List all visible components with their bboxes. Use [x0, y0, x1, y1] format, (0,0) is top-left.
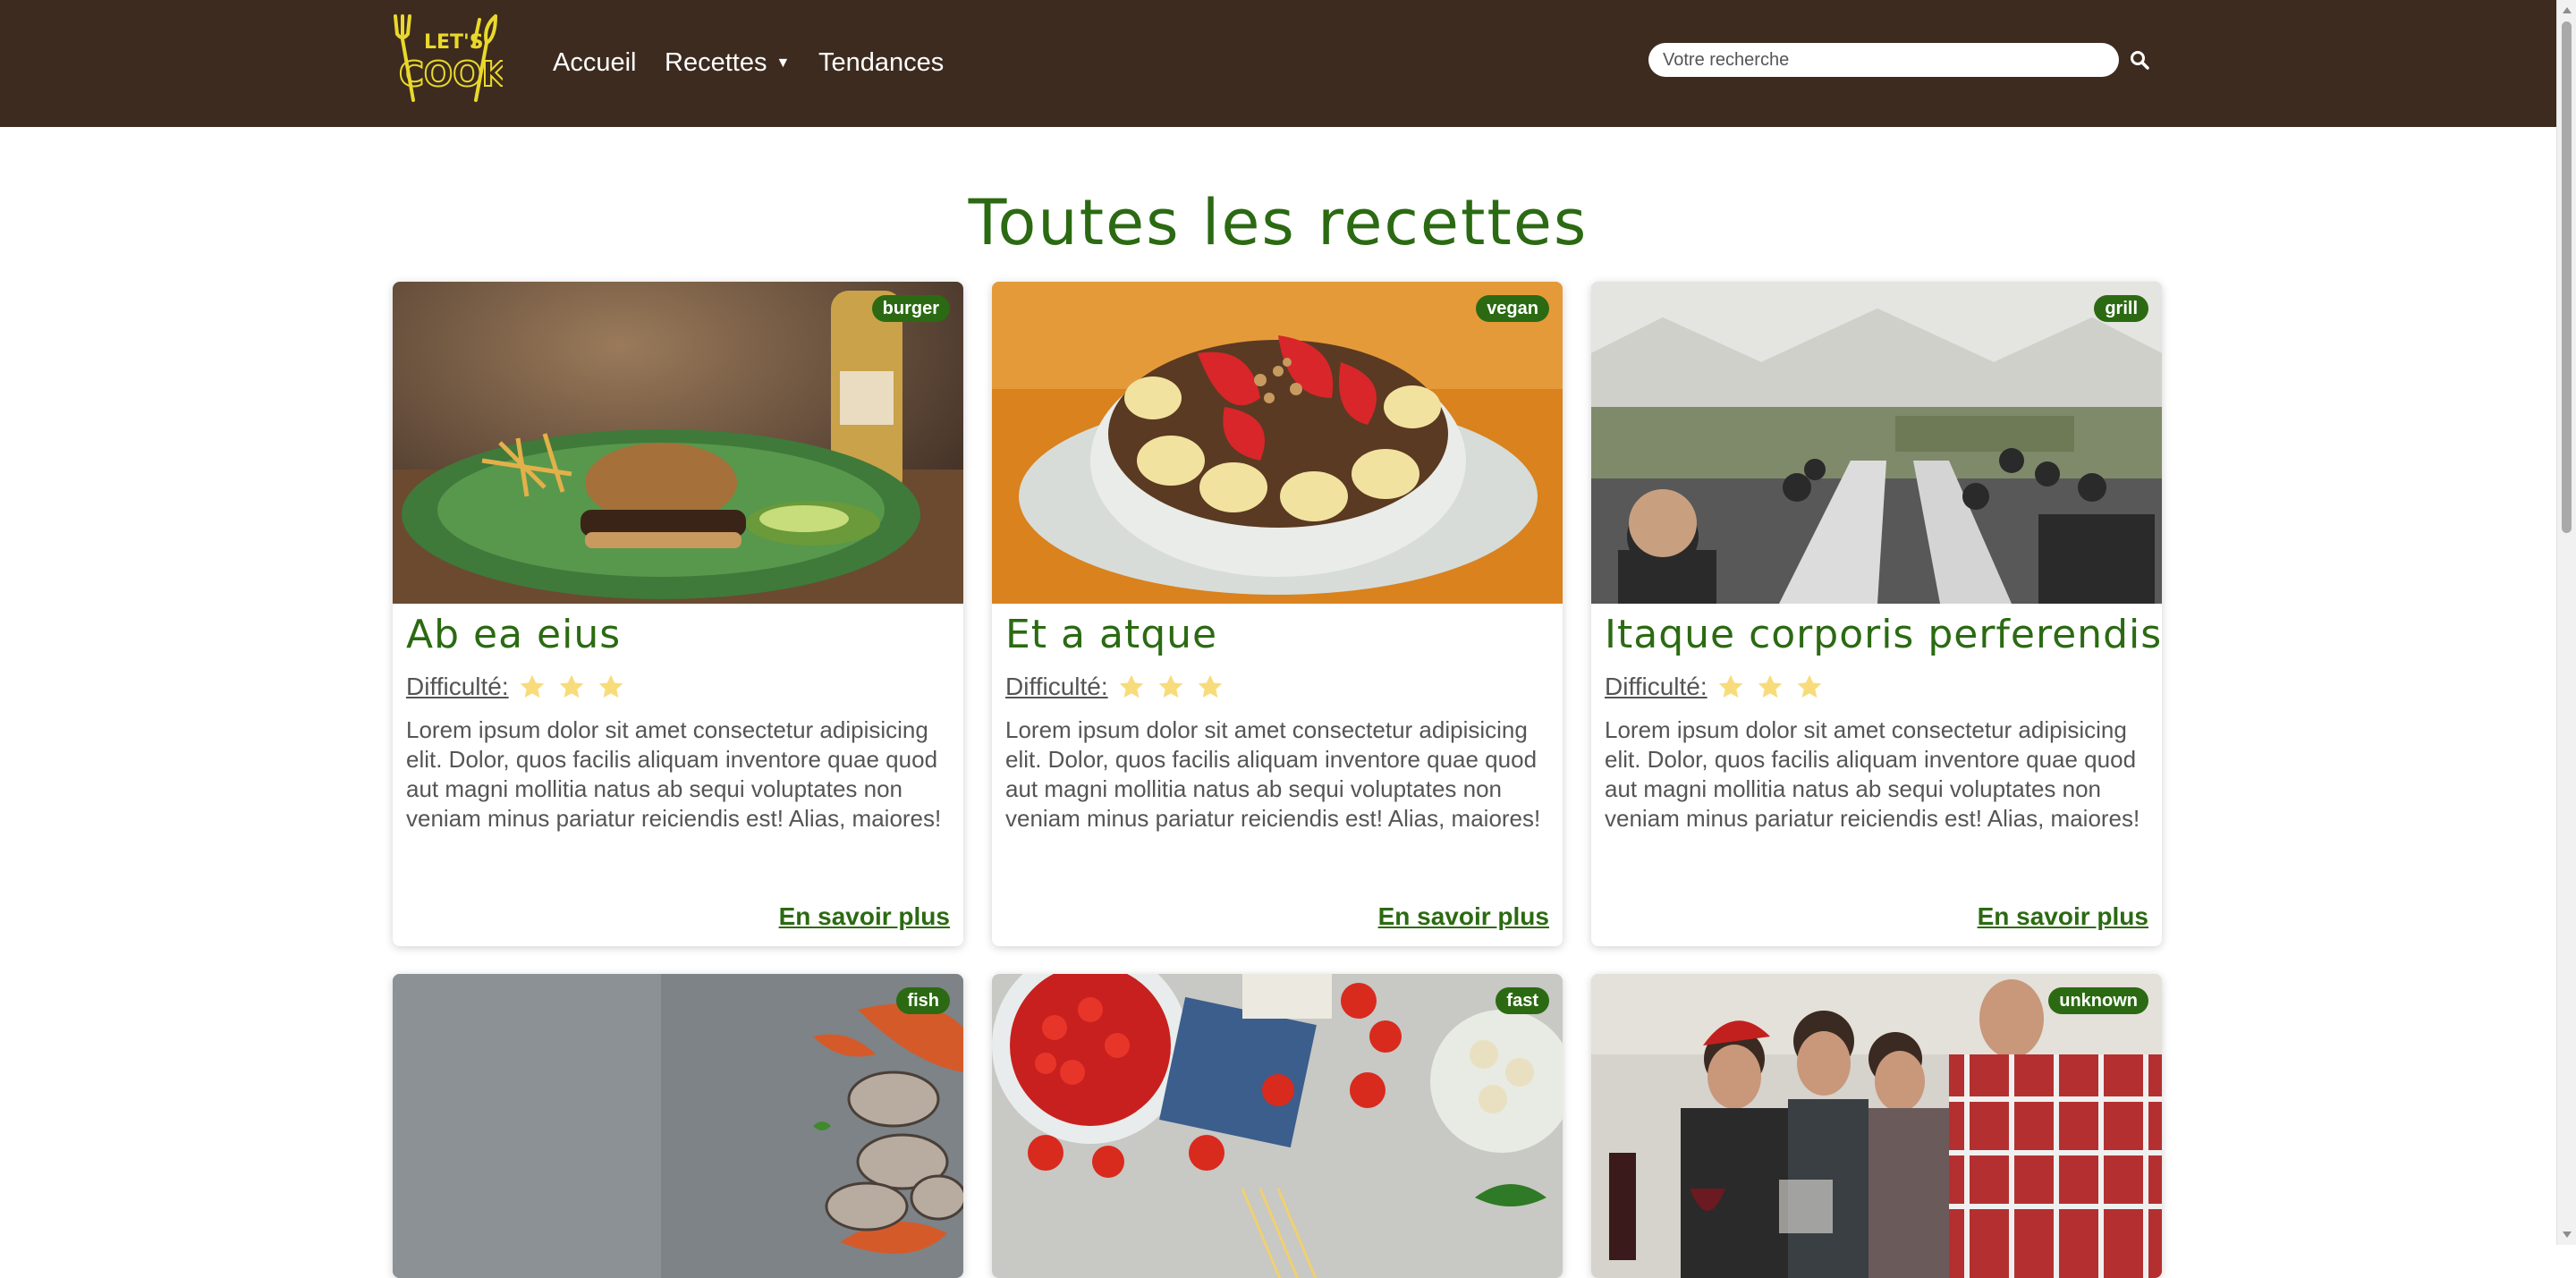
category-badge: unknown: [2048, 987, 2148, 1014]
nav-accueil[interactable]: Accueil: [553, 45, 637, 80]
scroll-down-arrow-icon[interactable]: [2563, 1231, 2572, 1238]
nav-recettes[interactable]: Recettes ▼: [665, 45, 790, 81]
search-input[interactable]: [1648, 43, 2119, 77]
scrollbar-thumb[interactable]: [2562, 21, 2572, 533]
star-icon: [1758, 674, 1782, 698]
logo-text-top: LET'S: [424, 31, 484, 54]
recipe-image-tent-dining[interactable]: grill: [1591, 282, 2162, 604]
recipe-title[interactable]: Ab ea eius: [406, 610, 621, 660]
lets-cook-logo[interactable]: LET'S COOK: [390, 11, 510, 109]
logo-text-bottom: COOK: [399, 55, 503, 94]
difficulty-rating: Difficulté:: [406, 669, 636, 705]
dropdown-caret-icon: ▼: [775, 55, 791, 71]
read-more-link[interactable]: En savoir plus: [1378, 902, 1549, 931]
read-more-link[interactable]: En savoir plus: [779, 902, 950, 931]
recipe-image-ingredients[interactable]: fast: [992, 974, 1563, 1278]
recipe-card[interactable]: fast: [992, 974, 1563, 1278]
recipe-description: Lorem ipsum dolor sit amet consectetur a…: [1605, 716, 2140, 832]
difficulty-label: Difficulté:: [406, 673, 509, 700]
logo-graphic: LET'S COOK: [394, 14, 510, 102]
difficulty-rating: Difficulté:: [1605, 669, 1835, 705]
recipe-image-burger[interactable]: burger: [393, 282, 963, 604]
star-icon: [559, 674, 583, 698]
nav-tendances[interactable]: Tendances: [818, 45, 944, 80]
recipe-image-fruit-bowl[interactable]: vegan: [992, 282, 1563, 604]
site-header: LET'S COOK Accueil Recettes ▼ Tendances: [0, 0, 2556, 127]
recipe-description: Lorem ipsum dolor sit amet consectetur a…: [406, 716, 942, 832]
recipe-card[interactable]: unknown: [1591, 974, 2162, 1278]
recipe-title[interactable]: Et a atque: [1005, 610, 1217, 660]
category-badge: fast: [1496, 987, 1549, 1014]
page-scrollbar[interactable]: [2556, 0, 2576, 1245]
recipe-description: Lorem ipsum dolor sit amet consectetur a…: [1005, 716, 1541, 832]
star-icon: [1797, 674, 1821, 698]
recipe-card[interactable]: vegan Et a atque Difficulté: Lorem ipsum…: [992, 282, 1563, 946]
recipe-card[interactable]: fish: [393, 974, 963, 1278]
category-badge: burger: [871, 295, 950, 322]
difficulty-label: Difficulté:: [1005, 673, 1108, 700]
recipe-card[interactable]: grill Itaque corporis perferendis Diffic…: [1591, 282, 2162, 946]
recipe-card[interactable]: burger Ab ea eius Difficulté: Lorem ipsu…: [393, 282, 963, 946]
recipe-title[interactable]: Itaque corporis perferendis: [1605, 610, 2162, 660]
star-icon: [520, 674, 544, 698]
difficulty-label: Difficulté:: [1605, 673, 1707, 700]
category-badge: grill: [2094, 295, 2148, 322]
recipe-image-seafood[interactable]: fish: [393, 974, 963, 1278]
star-icon: [1198, 674, 1222, 698]
star-icon: [598, 674, 623, 698]
category-badge: fish: [896, 987, 950, 1014]
read-more-link[interactable]: En savoir plus: [1978, 902, 2148, 931]
star-icon: [1718, 674, 1742, 698]
recipe-image-dinner-party[interactable]: unknown: [1591, 974, 2162, 1278]
star-icon: [1158, 674, 1182, 698]
category-badge: vegan: [1476, 295, 1549, 322]
page-title: Toutes les recettes: [968, 186, 1589, 259]
scroll-up-arrow-icon[interactable]: [2563, 7, 2572, 13]
star-icon: [1119, 674, 1143, 698]
difficulty-rating: Difficulté:: [1005, 669, 1235, 705]
search-icon[interactable]: [2129, 49, 2150, 71]
nav-recettes-label: Recettes: [665, 48, 767, 77]
